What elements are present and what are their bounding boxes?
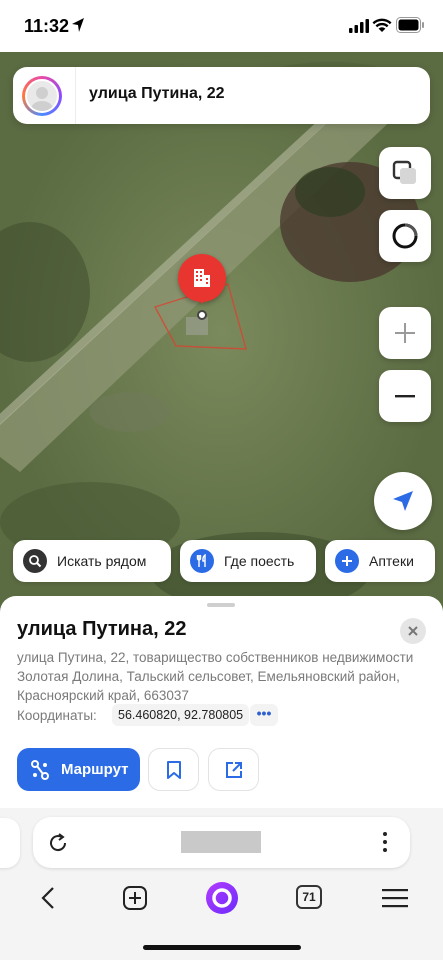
status-bar: 11:32	[0, 0, 443, 52]
layers-icon	[392, 160, 416, 184]
alice-assistant-button[interactable]	[204, 878, 240, 918]
wifi-icon	[372, 18, 392, 32]
plus-icon	[335, 549, 359, 573]
share-icon	[225, 761, 242, 778]
battery-icon	[396, 17, 424, 33]
browser-toolbar: 71	[0, 878, 443, 918]
reload-icon[interactable]	[47, 832, 69, 854]
back-button[interactable]	[35, 878, 61, 918]
place-title: улица Путина, 22	[17, 618, 187, 640]
fork-knife-icon	[190, 549, 214, 573]
route-label: Маршрут	[61, 761, 129, 778]
chip-pharmacies[interactable]: Аптеки	[325, 540, 435, 582]
search-bar[interactable]: улица Путина, 22	[13, 67, 430, 124]
map-view[interactable]	[0, 52, 443, 612]
share-button[interactable]	[208, 748, 259, 791]
search-input[interactable]: улица Путина, 22	[89, 85, 225, 103]
previous-tab-pill[interactable]	[0, 818, 20, 868]
sheet-grabber[interactable]	[207, 603, 235, 607]
quick-search-chips: Искать рядом Где поесть Аптеки	[0, 540, 443, 584]
map-mode-button[interactable]	[379, 210, 431, 262]
alice-icon	[206, 882, 238, 914]
user-icon	[31, 87, 53, 111]
chip-label: Аптеки	[369, 553, 414, 569]
minus-icon	[395, 395, 415, 398]
layers-button[interactable]	[379, 147, 431, 199]
chip-where-to-eat[interactable]: Где поесть	[180, 540, 316, 582]
route-icon	[31, 759, 49, 780]
pin-tail	[195, 294, 209, 304]
chip-label: Где поесть	[224, 553, 295, 569]
building-icon	[194, 269, 210, 287]
menu-button[interactable]	[381, 878, 409, 918]
tabs-count-button[interactable]: 71	[296, 885, 322, 909]
new-tab-button[interactable]	[120, 878, 150, 918]
bookmark-button[interactable]	[148, 748, 199, 791]
divider	[75, 67, 76, 124]
bookmark-icon	[166, 760, 181, 779]
navigation-arrow-icon	[393, 491, 413, 511]
search-icon	[23, 549, 47, 573]
home-indicator	[143, 945, 301, 950]
hamburger-menu-icon	[382, 889, 408, 908]
coords-more-button[interactable]: •••	[250, 704, 278, 726]
more-vertical-icon[interactable]	[381, 831, 389, 853]
chip-label: Искать рядом	[57, 553, 147, 569]
plus-icon	[395, 323, 415, 343]
address-bar[interactable]	[33, 817, 410, 868]
location-arrow-icon	[72, 18, 84, 32]
cellular-signal-icon	[349, 19, 369, 33]
coords-label: Координаты:	[17, 708, 97, 723]
chip-search-nearby[interactable]: Искать рядом	[13, 540, 171, 582]
zoom-out-button[interactable]	[379, 370, 431, 422]
my-location-button[interactable]	[374, 472, 432, 530]
close-icon[interactable]	[400, 618, 426, 644]
plus-square-icon	[123, 886, 147, 910]
satellite-terrain	[0, 52, 443, 612]
coords-value[interactable]: 56.460820, 92.780805	[112, 704, 250, 726]
pin-point	[197, 310, 207, 320]
route-button[interactable]: Маршрут	[17, 748, 140, 791]
circle-icon	[392, 223, 418, 249]
url-text[interactable]	[181, 831, 261, 853]
browser-bar: 71	[0, 808, 443, 960]
avatar[interactable]	[22, 76, 62, 116]
place-card: улица Путина, 22 улица Путина, 22, товар…	[0, 596, 443, 808]
chevron-left-icon	[41, 887, 54, 909]
zoom-in-button[interactable]	[379, 307, 431, 359]
status-time: 11:32	[24, 16, 70, 36]
place-address: улица Путина, 22, товарищество собственн…	[17, 650, 414, 703]
